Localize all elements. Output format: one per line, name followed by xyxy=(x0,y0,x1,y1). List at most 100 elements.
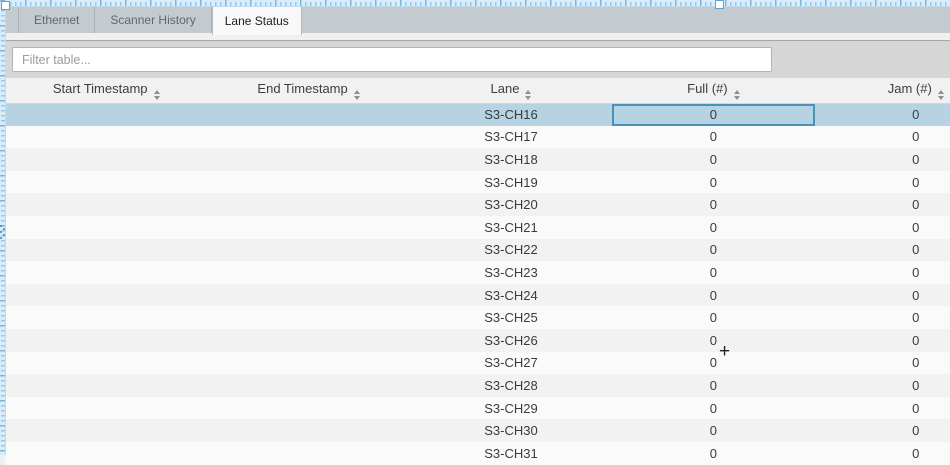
tab-scanner-history[interactable]: Scanner History xyxy=(95,7,211,33)
table-row[interactable]: S3-CH3000 xyxy=(5,419,950,442)
table-row[interactable]: S3-CH1900 xyxy=(5,171,950,194)
column-header-end-timestamp[interactable]: End Timestamp xyxy=(207,78,409,103)
cell-lane[interactable]: S3-CH19 xyxy=(410,171,612,194)
cell-start[interactable] xyxy=(5,306,207,329)
cell-start[interactable] xyxy=(5,126,207,149)
cell-lane[interactable]: S3-CH21 xyxy=(410,216,612,239)
cell-jam[interactable]: 0 xyxy=(815,239,950,262)
cell-end[interactable] xyxy=(207,261,409,284)
cell-jam[interactable]: 0 xyxy=(815,171,950,194)
cell-jam[interactable]: 0 xyxy=(815,397,950,420)
cell-jam[interactable]: 0 xyxy=(815,442,950,465)
cell-jam[interactable]: 0 xyxy=(815,193,950,216)
table-row[interactable]: S3-CH1800 xyxy=(5,148,950,171)
cell-lane[interactable]: S3-CH27 xyxy=(410,352,612,375)
cell-end[interactable] xyxy=(207,103,409,126)
cell-jam[interactable]: 0 xyxy=(815,216,950,239)
filter-table-input[interactable] xyxy=(12,47,772,72)
cell-end[interactable] xyxy=(207,126,409,149)
table-row[interactable]: S3-CH2800 xyxy=(5,374,950,397)
cell-full[interactable]: 0 xyxy=(612,329,814,352)
cell-jam[interactable]: 0 xyxy=(815,284,950,307)
cell-start[interactable] xyxy=(5,193,207,216)
column-header-jam[interactable]: Jam (#) xyxy=(815,78,950,103)
tab-lane-status[interactable]: Lane Status xyxy=(212,7,302,35)
cell-jam[interactable]: 0 xyxy=(815,126,950,149)
cell-start[interactable] xyxy=(5,442,207,465)
cell-start[interactable] xyxy=(5,261,207,284)
cell-full[interactable]: 0 xyxy=(612,103,814,126)
table-row[interactable]: S3-CH2500 xyxy=(5,306,950,329)
cell-full[interactable]: 0 xyxy=(612,374,814,397)
cell-jam[interactable]: 0 xyxy=(815,419,950,442)
table-row[interactable]: S3-CH2200 xyxy=(5,239,950,262)
cell-lane[interactable]: S3-CH26 xyxy=(410,329,612,352)
cell-lane[interactable]: S3-CH23 xyxy=(410,261,612,284)
cell-lane[interactable]: S3-CH18 xyxy=(410,148,612,171)
cell-start[interactable] xyxy=(5,216,207,239)
cell-jam[interactable]: 0 xyxy=(815,306,950,329)
cell-full[interactable]: 0 xyxy=(612,284,814,307)
cell-start[interactable] xyxy=(5,374,207,397)
cell-lane[interactable]: S3-CH24 xyxy=(410,284,612,307)
column-header-start-timestamp[interactable]: Start Timestamp xyxy=(5,78,207,103)
selection-handle-top-left[interactable] xyxy=(1,1,10,10)
cell-lane[interactable]: S3-CH25 xyxy=(410,306,612,329)
cell-end[interactable] xyxy=(207,306,409,329)
column-header-lane[interactable]: Lane xyxy=(410,78,612,103)
cell-lane[interactable]: S3-CH22 xyxy=(410,239,612,262)
cell-end[interactable] xyxy=(207,148,409,171)
cell-jam[interactable]: 0 xyxy=(815,261,950,284)
table-row[interactable]: S3-CH2400 xyxy=(5,284,950,307)
table-row[interactable]: S3-CH2100 xyxy=(5,216,950,239)
cell-lane[interactable]: S3-CH31 xyxy=(410,442,612,465)
cell-full[interactable]: 0 xyxy=(612,216,814,239)
cell-start[interactable] xyxy=(5,148,207,171)
cell-start[interactable] xyxy=(5,329,207,352)
table-row[interactable]: S3-CH2300 xyxy=(5,261,950,284)
cell-lane[interactable]: S3-CH30 xyxy=(410,419,612,442)
cell-full[interactable]: 0 xyxy=(612,419,814,442)
cell-lane[interactable]: S3-CH20 xyxy=(410,193,612,216)
cell-end[interactable] xyxy=(207,239,409,262)
tab-ethernet[interactable]: Ethernet xyxy=(18,7,95,33)
cell-jam[interactable]: 0 xyxy=(815,329,950,352)
cell-lane[interactable]: S3-CH16 xyxy=(410,103,612,126)
cell-full[interactable]: 0 xyxy=(612,352,814,375)
cell-full[interactable]: 0 xyxy=(612,126,814,149)
cell-end[interactable] xyxy=(207,419,409,442)
column-header-full[interactable]: Full (#) xyxy=(612,78,814,103)
cell-start[interactable] xyxy=(5,419,207,442)
cell-end[interactable] xyxy=(207,171,409,194)
table-row[interactable]: S3-CH1700 xyxy=(5,126,950,149)
cell-full[interactable]: 0 xyxy=(612,171,814,194)
cell-full[interactable]: 0 xyxy=(612,442,814,465)
table-row[interactable]: S3-CH2600 xyxy=(5,329,950,352)
cell-jam[interactable]: 0 xyxy=(815,374,950,397)
cell-jam[interactable]: 0 xyxy=(815,103,950,126)
cell-start[interactable] xyxy=(5,397,207,420)
cell-lane[interactable]: S3-CH28 xyxy=(410,374,612,397)
table-row[interactable]: S3-CH2900 xyxy=(5,397,950,420)
cell-start[interactable] xyxy=(5,284,207,307)
cell-end[interactable] xyxy=(207,442,409,465)
selection-handle-top-middle[interactable] xyxy=(715,0,724,9)
cell-end[interactable] xyxy=(207,216,409,239)
cell-start[interactable] xyxy=(5,171,207,194)
cell-full[interactable]: 0 xyxy=(612,261,814,284)
cell-full[interactable]: 0 xyxy=(612,306,814,329)
cell-jam[interactable]: 0 xyxy=(815,148,950,171)
cell-start[interactable] xyxy=(5,239,207,262)
cell-full[interactable]: 0 xyxy=(612,193,814,216)
cell-start[interactable] xyxy=(5,352,207,375)
cell-end[interactable] xyxy=(207,193,409,216)
selection-grip-left[interactable] xyxy=(0,224,6,240)
cell-full[interactable]: 0 xyxy=(612,148,814,171)
cell-end[interactable] xyxy=(207,352,409,375)
cell-end[interactable] xyxy=(207,397,409,420)
cell-end[interactable] xyxy=(207,329,409,352)
cell-lane[interactable]: S3-CH17 xyxy=(410,126,612,149)
table-row[interactable]: S3-CH2000 xyxy=(5,193,950,216)
cell-lane[interactable]: S3-CH29 xyxy=(410,397,612,420)
cell-end[interactable] xyxy=(207,374,409,397)
